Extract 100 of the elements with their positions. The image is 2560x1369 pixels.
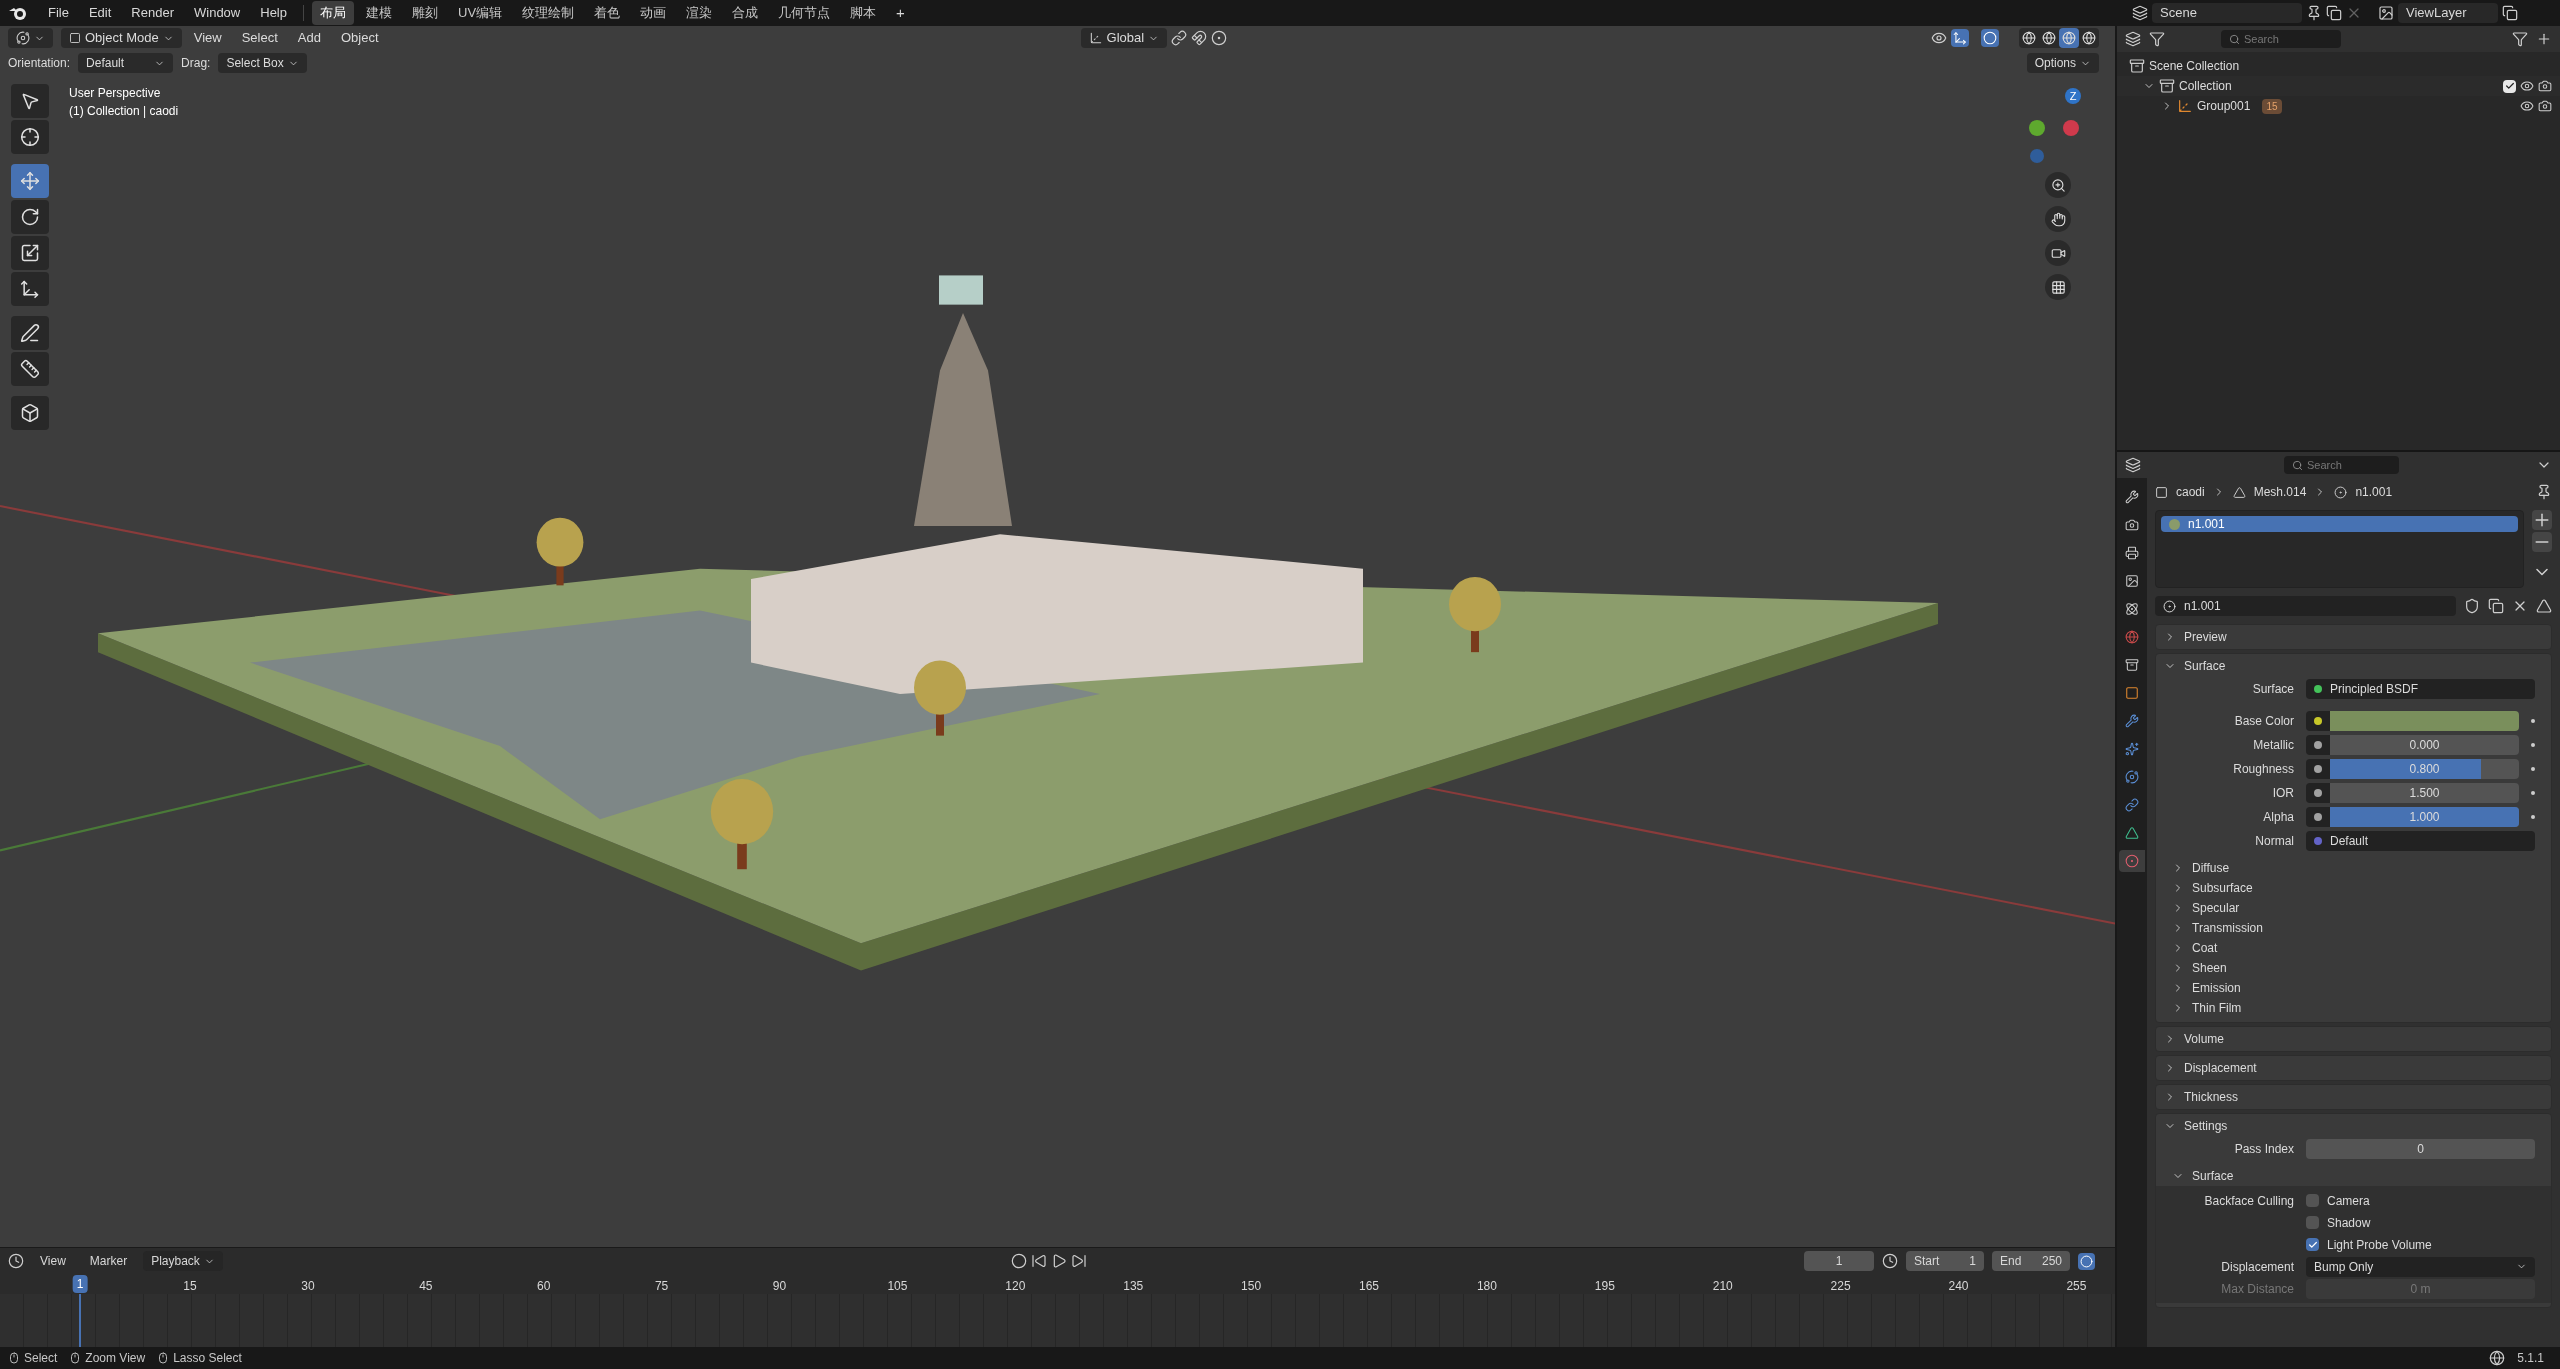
rotate-icon	[20, 207, 40, 227]
end-frame-field[interactable]: End 250	[1992, 1251, 2070, 1271]
drag-dropdown[interactable]: Select Box	[218, 53, 307, 73]
workspace-tab[interactable]: 动画	[632, 1, 675, 25]
frame-number: 45	[419, 1278, 433, 1295]
check-icon	[2504, 81, 2515, 91]
cursor-tool[interactable]	[11, 120, 49, 154]
workspace-tab[interactable]: 着色	[586, 1, 629, 25]
shading-button[interactable]	[2059, 28, 2079, 48]
color-swatch[interactable]	[2330, 710, 2519, 731]
transform-orientation-dropdown[interactable]: Global	[1080, 28, 1168, 48]
number-field[interactable]: 0	[2306, 1138, 2535, 1159]
checkbox[interactable]	[2306, 1216, 2319, 1229]
rotate-tool[interactable]	[11, 200, 49, 234]
select-box-tool[interactable]	[11, 84, 49, 118]
menu-item[interactable]: Help	[252, 3, 295, 23]
menu-item[interactable]: View	[32, 1252, 74, 1270]
menu-item[interactable]: Select	[233, 28, 286, 48]
subpanel-title[interactable]: Subsurface	[2192, 879, 2253, 897]
panel-title[interactable]: Surface	[2184, 657, 2226, 675]
collection-icon	[2159, 78, 2175, 94]
checkbox[interactable]	[2306, 1238, 2319, 1251]
move-tool[interactable]	[11, 164, 49, 198]
subpanel-title[interactable]: Coat	[2192, 939, 2218, 957]
object-count-badge[interactable]: 15	[2262, 98, 2282, 114]
socket-value[interactable]: Default	[2330, 831, 2369, 850]
panel-title[interactable]: Thickness	[2184, 1088, 2239, 1106]
material-slot[interactable]: n1.001	[2161, 516, 2518, 532]
keying-button[interactable]	[2078, 1252, 2095, 1270]
navigation-gizmo[interactable]: Z	[2023, 84, 2093, 164]
workspace-tab[interactable]: 合成	[724, 1, 767, 25]
menu-item[interactable]: Add	[289, 28, 329, 48]
value-slider[interactable]: 0.800	[2330, 758, 2519, 779]
checkbox-label[interactable]: Light Probe Volume	[2327, 1235, 2432, 1254]
playhead[interactable]: 1	[72, 1275, 88, 1293]
mouse-icon	[157, 1352, 170, 1364]
subpanel-title[interactable]: Transmission	[2192, 919, 2263, 937]
workspace-tab[interactable]: 几何节点	[770, 1, 839, 25]
orientation-dropdown[interactable]: Default	[78, 53, 174, 73]
subpanel-title[interactable]: Sheen	[2192, 959, 2227, 977]
panel-title[interactable]: Preview	[2184, 628, 2227, 646]
checkbox[interactable]	[2306, 1194, 2319, 1207]
number-field[interactable]: 1.500	[2330, 782, 2519, 803]
view-layer-field[interactable]: ViewLayer	[2398, 3, 2498, 23]
hand-icon	[2050, 211, 2066, 227]
field-label: Base Color	[2234, 713, 2294, 728]
editor-type-button[interactable]	[8, 28, 53, 48]
subpanel-title[interactable]: Specular	[2192, 899, 2240, 917]
menu-item[interactable]: Window	[186, 3, 249, 23]
subpanel-title[interactable]: Surface	[2192, 1167, 2234, 1185]
menu-item[interactable]: File	[40, 3, 77, 23]
subpanel-title[interactable]: Emission	[2192, 979, 2241, 997]
panel-title[interactable]: Settings	[2184, 1117, 2228, 1135]
menu-item[interactable]: Render	[123, 3, 182, 23]
annotate-tool[interactable]	[11, 316, 49, 350]
move-arrows-icon	[20, 171, 40, 191]
workspace-tab[interactable]: 纹理绘制	[514, 1, 583, 25]
start-frame-field[interactable]: Start 1	[1906, 1251, 1984, 1271]
value-slider[interactable]: 0.000	[2330, 734, 2519, 755]
checkbox-label[interactable]: Shadow	[2327, 1213, 2371, 1232]
checkbox-label[interactable]: Camera	[2327, 1191, 2370, 1210]
search-field[interactable]: Search	[2284, 456, 2399, 474]
sphere-icon	[2082, 31, 2096, 45]
menu-item[interactable]: Marker	[81, 1252, 136, 1270]
outliner-item[interactable]: Group001	[2197, 97, 2251, 115]
search-field[interactable]: Search	[2221, 30, 2341, 48]
playback-dropdown[interactable]: Playback	[143, 1251, 223, 1271]
menu-item[interactable]: Object	[332, 28, 387, 48]
workspace-tab[interactable]: UV编辑	[450, 1, 511, 25]
workspace-tab[interactable]: 脚本	[842, 1, 885, 25]
subpanel-title[interactable]: Thin Film	[2192, 999, 2242, 1017]
value-slider[interactable]: 1.000	[2330, 806, 2519, 827]
add-workspace-button[interactable]: +	[888, 1, 913, 25]
options-dropdown[interactable]: Options	[2026, 53, 2099, 73]
menu-item[interactable]: Edit	[80, 3, 120, 23]
current-frame-field[interactable]: 1	[1804, 1251, 1874, 1271]
material-name-field[interactable]: n1.001	[2155, 596, 2456, 616]
subpanel-title[interactable]: Diffuse	[2192, 859, 2230, 877]
mode-dropdown[interactable]: Object Mode	[61, 28, 182, 48]
transform-tool[interactable]	[11, 272, 49, 306]
add-cube-tool[interactable]	[11, 396, 49, 430]
outliner-item[interactable]: Scene Collection	[2149, 57, 2240, 75]
menu-item[interactable]: View	[185, 28, 230, 48]
mouse-icon	[69, 1352, 82, 1364]
jump-end-icon	[1070, 1253, 1087, 1269]
panel-title[interactable]: Volume	[2184, 1030, 2225, 1048]
exclude-checkbox[interactable]	[2503, 79, 2516, 93]
scene-field[interactable]: Scene	[2152, 3, 2302, 23]
workspace-tab[interactable]: 渲染	[678, 1, 721, 25]
gizmo-toggle[interactable]	[1951, 29, 1969, 47]
displacement-dropdown[interactable]: Bump Only	[2306, 1256, 2535, 1277]
workspace-tab[interactable]: 布局	[312, 1, 354, 25]
workspace-tab[interactable]: 雕刻	[404, 1, 446, 25]
panel-title[interactable]: Displacement	[2184, 1059, 2257, 1077]
outliner-item[interactable]: Collection	[2179, 77, 2232, 95]
measure-tool[interactable]	[11, 352, 49, 386]
workspace-tab[interactable]: 建模	[358, 1, 400, 25]
logo-icon[interactable]	[8, 5, 28, 21]
snap-icon	[1191, 30, 1208, 46]
scale-tool[interactable]	[11, 236, 49, 270]
